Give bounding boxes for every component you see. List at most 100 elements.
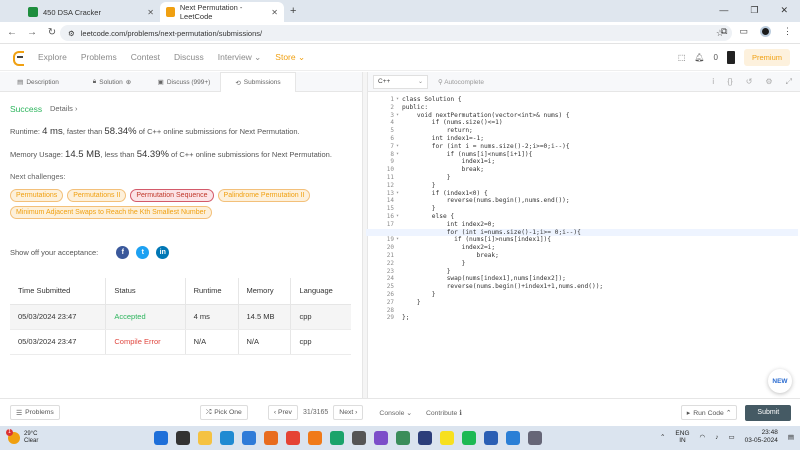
fold-toggle-icon[interactable]: ▾ bbox=[396, 151, 399, 157]
weather-widget[interactable]: 1 29°C Clear bbox=[6, 429, 38, 445]
submit-button[interactable]: Submit bbox=[745, 404, 792, 421]
minimize-icon[interactable]: — bbox=[719, 5, 728, 15]
volume-icon[interactable]: ♪ bbox=[715, 434, 718, 441]
menu-icon[interactable]: ⋮ bbox=[783, 26, 792, 37]
braces-icon[interactable]: {} bbox=[727, 77, 732, 87]
gallery-icon[interactable] bbox=[396, 431, 410, 445]
code-line[interactable]: break; bbox=[402, 252, 792, 260]
fullscreen-icon[interactable]: ⬚ bbox=[678, 53, 686, 62]
expand-icon[interactable]: ⤢ bbox=[786, 77, 792, 87]
nav-discuss[interactable]: Discuss bbox=[174, 52, 204, 62]
info-icon[interactable]: ⅰ bbox=[712, 77, 714, 87]
browser-tab-dsa[interactable]: 450 DSA Cracker ✕ bbox=[22, 2, 160, 22]
pick-one-button[interactable]: ⤮ Pick One bbox=[199, 405, 248, 420]
code-line[interactable]: return; bbox=[402, 127, 792, 135]
maximize-icon[interactable]: ❐ bbox=[750, 5, 758, 16]
twitter-icon[interactable]: t bbox=[136, 246, 150, 259]
code-line[interactable]: } bbox=[402, 205, 792, 213]
input-language[interactable]: ENG IN bbox=[675, 430, 689, 444]
forward-icon[interactable]: → bbox=[24, 27, 40, 38]
wifi-icon[interactable]: ◠ bbox=[700, 433, 706, 441]
code-line[interactable]: } bbox=[402, 299, 792, 307]
fold-toggle-icon[interactable]: ▾ bbox=[396, 213, 399, 219]
code-line[interactable]: swap(nums[index1],nums[index2]); bbox=[402, 275, 792, 283]
file-explorer-icon[interactable] bbox=[198, 431, 212, 445]
sidebar-icon[interactable]: ▭ bbox=[739, 26, 748, 37]
news-icon[interactable] bbox=[418, 431, 432, 445]
url-bar[interactable]: ⚙ leetcode.com/problems/next-permutation… bbox=[60, 25, 732, 41]
code-line[interactable]: else { bbox=[402, 213, 792, 221]
column-header[interactable]: Runtime bbox=[185, 278, 239, 305]
table-row[interactable]: 05/03/2024 23:47 Accepted 4 ms 14.5 MB c… bbox=[10, 304, 351, 330]
nav-contest[interactable]: Contest bbox=[131, 52, 160, 62]
code-line[interactable]: if (nums.size()<=1) bbox=[402, 119, 792, 127]
submission-status-link[interactable]: Compile Error bbox=[105, 329, 186, 355]
code-line[interactable]: } bbox=[402, 174, 792, 182]
code-line[interactable]: int index1=-1; bbox=[402, 135, 792, 143]
code-line[interactable]: break; bbox=[402, 166, 792, 174]
fold-toggle-icon[interactable]: ▾ bbox=[396, 236, 399, 242]
site-info-icon[interactable]: ⚙ bbox=[68, 29, 75, 38]
browser-tab-leetcode[interactable]: Next Permutation - LeetCode ✕ bbox=[160, 2, 284, 22]
nav-problems[interactable]: Problems bbox=[81, 52, 117, 62]
leetcode-logo-icon[interactable] bbox=[12, 50, 24, 66]
code-line[interactable]: index1=i; bbox=[402, 158, 792, 166]
mail-icon[interactable] bbox=[506, 431, 520, 445]
tray-overflow-icon[interactable]: ⌃ bbox=[660, 433, 665, 441]
code-line[interactable]: if (index1<0) { bbox=[402, 190, 792, 198]
fold-toggle-icon[interactable]: ▾ bbox=[396, 190, 399, 196]
column-header[interactable]: Status bbox=[105, 278, 186, 305]
challenge-chip[interactable]: Minimum Adjacent Swaps to Reach the Kth … bbox=[10, 206, 212, 219]
details-link[interactable]: Details › bbox=[50, 104, 78, 113]
store-icon[interactable] bbox=[264, 431, 278, 445]
code-line[interactable]: class Solution { bbox=[402, 96, 792, 104]
code-line[interactable]: for (int i = nums.size()-2;i>=0;i--){ bbox=[402, 143, 792, 151]
challenge-chip[interactable]: Permutation Sequence bbox=[130, 189, 214, 202]
submission-status-link[interactable]: Accepted bbox=[105, 304, 186, 330]
code-line[interactable]: if (nums[i]<nums[i+1]){ bbox=[402, 151, 792, 159]
word-icon[interactable] bbox=[484, 431, 498, 445]
profile-avatar[interactable] bbox=[760, 26, 771, 37]
vscode-icon[interactable] bbox=[220, 431, 234, 445]
problems-button[interactable]: ☰ Problems bbox=[10, 405, 60, 420]
notification-center-icon[interactable]: ▤ bbox=[788, 433, 794, 441]
fold-toggle-icon[interactable]: ▾ bbox=[396, 96, 399, 102]
spotify-icon[interactable] bbox=[462, 431, 476, 445]
new-feature-button[interactable]: NEW bbox=[768, 369, 792, 393]
close-window-icon[interactable]: ✕ bbox=[780, 5, 788, 16]
code-line[interactable]: index2=i; bbox=[402, 244, 792, 252]
firefox-icon[interactable] bbox=[308, 431, 322, 445]
code-line[interactable]: void nextPermutation(vector<int>& nums) … bbox=[402, 112, 792, 120]
linkedin-icon[interactable]: in bbox=[156, 246, 170, 259]
tab-discuss[interactable]: ▣ Discuss (999+) bbox=[148, 72, 220, 92]
code-line[interactable]: } bbox=[402, 182, 792, 190]
search-icon[interactable] bbox=[176, 431, 190, 445]
close-icon[interactable]: ✕ bbox=[271, 8, 278, 17]
code-line[interactable]: } bbox=[402, 268, 792, 276]
tab-submissions[interactable]: ⟲ Submissions bbox=[220, 72, 296, 92]
code-line[interactable]: public: bbox=[402, 104, 792, 112]
code-editor[interactable]: 1▾23▾4567▾8▾910111213▾141516▾1718▾19▾202… bbox=[366, 92, 800, 398]
console-toggle[interactable]: Console ⌄ bbox=[379, 409, 412, 417]
code-line[interactable]: } bbox=[402, 291, 792, 299]
settings-icon[interactable]: ⚙ bbox=[765, 77, 772, 87]
reset-icon[interactable]: ↺ bbox=[746, 77, 753, 87]
tab-description[interactable]: ▤ Description bbox=[0, 72, 76, 92]
nav-store[interactable]: Store ⌄ bbox=[275, 52, 305, 63]
code-line[interactable] bbox=[402, 307, 792, 315]
terminal-icon[interactable] bbox=[352, 431, 366, 445]
code-area[interactable]: class Solution {public: void nextPermuta… bbox=[366, 96, 798, 322]
premium-button[interactable]: Premium bbox=[743, 49, 790, 66]
battery-icon[interactable]: ▭ bbox=[728, 433, 734, 441]
media-icon[interactable] bbox=[374, 431, 388, 445]
column-header[interactable]: Language bbox=[290, 278, 351, 305]
clock[interactable]: 23:48 03-05-2024 bbox=[745, 429, 778, 445]
code-line[interactable]: reverse(nums.begin(),nums.end()); bbox=[402, 197, 792, 205]
code-line[interactable]: for (int i=nums.size()-1;i>= 0;i--){ bbox=[366, 228, 798, 237]
back-icon[interactable]: ← bbox=[4, 27, 20, 38]
code-line[interactable]: reverse(nums.begin()+index1+1,nums.end()… bbox=[402, 283, 792, 291]
column-header[interactable]: Time Submitted bbox=[10, 278, 107, 305]
code-line[interactable]: }; bbox=[402, 314, 792, 322]
code-line[interactable]: } bbox=[402, 260, 792, 268]
challenge-chip[interactable]: Permutations bbox=[10, 189, 64, 202]
